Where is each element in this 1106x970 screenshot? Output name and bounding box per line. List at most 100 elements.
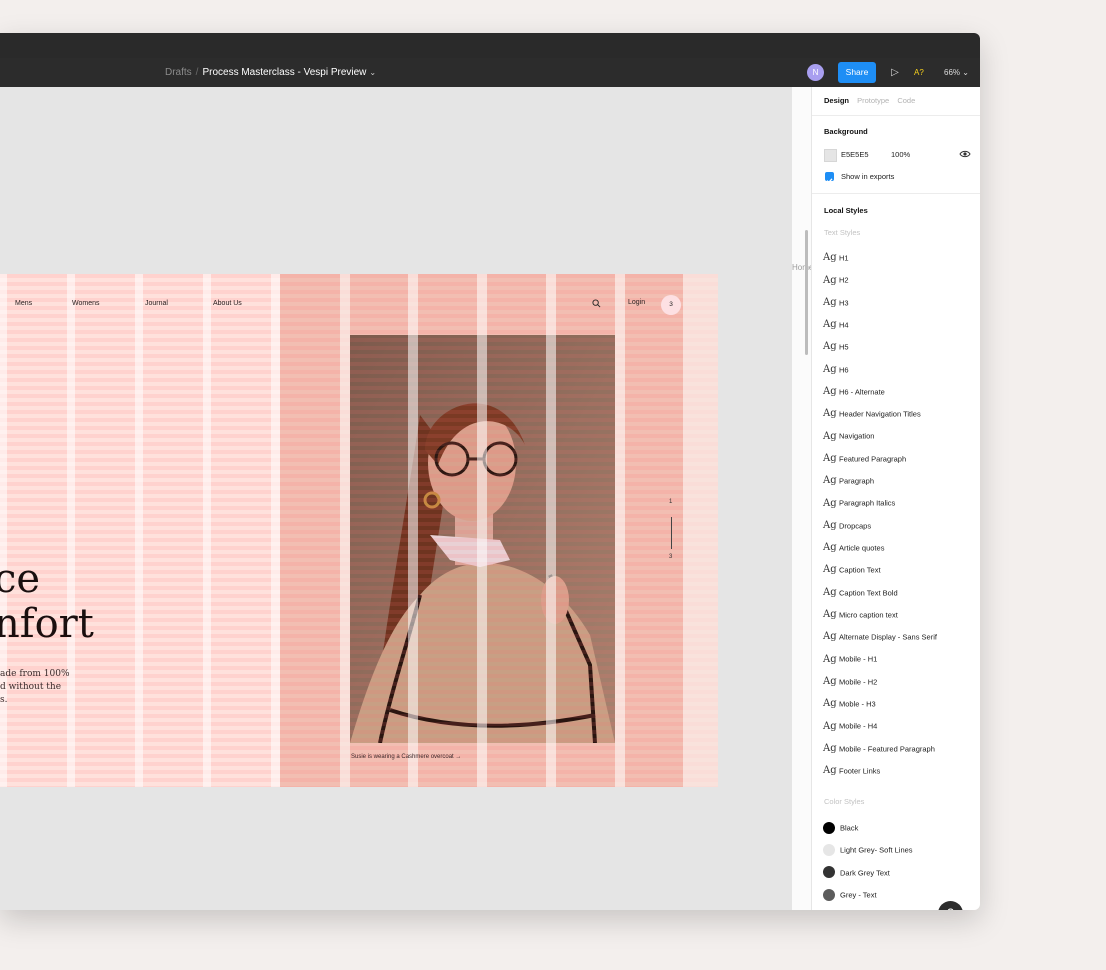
color-swatch <box>823 821 835 834</box>
text-style-preview-icon: Ag <box>823 296 837 308</box>
text-style-item[interactable]: Ag Featured Paragraph <box>823 450 906 464</box>
photo-caption-link[interactable]: Susie is wearing a Cashmere overcoat → <box>351 754 461 760</box>
text-style-preview-icon: Ag <box>823 519 837 531</box>
show-in-exports-checkbox[interactable] <box>825 172 834 184</box>
adjacent-frame <box>792 87 811 910</box>
breadcrumb: Drafts / Process Masterclass - Vespi Previ… <box>165 58 376 87</box>
text-style-item[interactable]: Ag Navigation <box>823 427 874 442</box>
background-hex-field[interactable]: E5E5E5 <box>841 150 869 159</box>
frame-label-home[interactable]: Home <box>792 263 811 272</box>
text-style-item[interactable]: Ag Paragraph Italics <box>823 494 896 509</box>
text-style-preview-icon: Ag <box>823 564 837 576</box>
color-style-item[interactable]: Black <box>823 819 858 834</box>
canvas[interactable]: Mens Womens Journal About Us Login 3 ce … <box>0 87 811 910</box>
text-style-item[interactable]: Ag H3 <box>823 294 849 308</box>
user-avatar[interactable]: N <box>807 64 824 81</box>
text-style-preview-icon: Ag <box>823 430 837 442</box>
text-style-name: H3 <box>839 297 849 307</box>
text-style-preview-icon: Ag <box>823 452 837 464</box>
text-style-name: Mobile - Featured Paragraph <box>839 743 935 753</box>
color-style-item[interactable]: Light Grey- Soft Lines <box>823 841 913 857</box>
text-style-name: Caption Text <box>839 565 881 575</box>
toolbar: Drafts / Process Masterclass - Vespi Previ… <box>0 58 980 87</box>
text-style-name: Mobile - H1 <box>839 654 878 664</box>
home-frame[interactable]: Mens Womens Journal About Us Login 3 ce … <box>0 274 718 787</box>
hero-title: ce nfort <box>0 556 94 647</box>
hero-description: ade from 100% d without the s. <box>0 669 70 705</box>
zoom-dropdown[interactable]: 66% ⌄ <box>944 64 969 81</box>
site-nav-about-us[interactable]: About Us <box>213 300 242 307</box>
text-style-item[interactable]: Ag H1 <box>823 249 849 263</box>
text-style-item[interactable]: Ag Mobile - H1 <box>823 650 878 665</box>
share-button[interactable]: Share <box>838 62 876 83</box>
text-style-item[interactable]: Ag Mobile - Featured Paragraph <box>823 740 935 754</box>
text-style-preview-icon: Ag <box>823 386 837 398</box>
eye-icon[interactable] <box>959 149 971 159</box>
divider <box>812 115 980 116</box>
text-style-name: H1 <box>839 253 849 263</box>
zoom-level: 66% <box>944 68 961 77</box>
tab-prototype[interactable]: Prototype <box>857 96 889 105</box>
text-style-name: Alternate Display - Sans Serif <box>839 632 937 642</box>
site-nav-womens[interactable]: Womens <box>72 300 100 307</box>
site-login-link[interactable]: Login <box>628 299 645 306</box>
text-style-item[interactable]: Ag Article quotes <box>823 539 884 553</box>
design-panel: Design Prototype Code Background E5E5E5 … <box>811 87 980 910</box>
text-style-name: Dropcaps <box>839 520 872 530</box>
hero-photo[interactable] <box>350 335 615 743</box>
chevron-down-icon: ⌄ <box>962 68 969 77</box>
background-color-swatch[interactable] <box>824 149 837 162</box>
cart-count-badge[interactable]: 3 <box>661 295 681 315</box>
text-style-preview-icon: Ag <box>823 341 837 353</box>
background-opacity-field[interactable]: 100% <box>891 150 910 159</box>
text-style-item[interactable]: Ag H5 <box>823 338 849 352</box>
text-style-item[interactable]: Ag Caption Text Bold <box>823 584 898 598</box>
text-style-item[interactable]: Ag Dropcaps <box>823 517 871 531</box>
color-style-item[interactable]: Dark Grey Text <box>823 864 890 879</box>
text-style-item[interactable]: Ag Footer Links <box>823 762 880 776</box>
chevron-down-icon[interactable]: ⌄ <box>369 68 376 77</box>
color-style-name: Dark Grey Text <box>840 867 890 877</box>
text-style-preview-icon: Ag <box>823 586 837 598</box>
text-style-item[interactable]: Ag H6 <box>823 361 849 375</box>
text-style-name: H6 - Alternate <box>839 387 885 397</box>
text-style-name: Paragraph Italics <box>839 498 896 508</box>
color-style-item[interactable]: Grey - Text <box>823 886 877 901</box>
text-style-item[interactable]: Ag Header Navigation Titles <box>823 405 921 419</box>
color-swatch <box>823 844 835 857</box>
figma-window: Drafts / Process Masterclass - Vespi Previ… <box>0 33 980 910</box>
text-style-name: Paragraph <box>839 476 875 486</box>
text-style-item[interactable]: Ag Mobile - H2 <box>823 673 877 687</box>
text-style-item[interactable]: Ag Mobile - H4 <box>823 717 877 732</box>
search-icon[interactable] <box>592 299 601 308</box>
canvas-scrollbar[interactable] <box>805 230 808 355</box>
text-style-preview-icon: Ag <box>823 475 837 487</box>
text-style-preview-icon: Ag <box>823 319 837 331</box>
tab-code[interactable]: Code <box>897 96 915 105</box>
text-style-item[interactable]: Ag H4 <box>823 316 849 330</box>
breadcrumb-drafts[interactable]: Drafts <box>165 67 192 78</box>
text-style-item[interactable]: Ag H2 <box>823 271 849 286</box>
text-style-name: Moble - H3 <box>839 699 876 709</box>
tab-design[interactable]: Design <box>824 96 849 105</box>
window-title-bar <box>0 33 980 58</box>
background-section-title: Background <box>824 127 868 136</box>
text-style-item[interactable]: Ag Caption Text <box>823 561 881 575</box>
present-play-icon[interactable]: ▷ <box>888 64 902 81</box>
text-style-item[interactable]: Ag Micro caption text <box>823 606 898 620</box>
text-style-item[interactable]: Ag H6 - Alternate <box>823 383 885 397</box>
text-style-preview-icon: Ag <box>823 765 837 777</box>
divider <box>812 193 980 194</box>
accessibility-button[interactable]: A? <box>914 64 924 81</box>
site-nav-journal[interactable]: Journal <box>145 300 168 307</box>
text-style-item[interactable]: Ag Moble - H3 <box>823 695 876 709</box>
site-nav-mens[interactable]: Mens <box>15 300 32 307</box>
text-style-item[interactable]: Ag Paragraph <box>823 472 874 486</box>
text-style-preview-icon: Ag <box>823 720 837 732</box>
text-style-preview-icon: Ag <box>823 698 837 710</box>
text-style-name: Caption Text Bold <box>839 587 898 597</box>
file-name[interactable]: Process Masterclass - Vespi Preview <box>202 67 366 78</box>
text-style-item[interactable]: Ag Alternate Display - Sans Serif <box>823 628 937 642</box>
local-styles-title: Local Styles <box>824 206 868 215</box>
text-style-preview-icon: Ag <box>823 252 837 264</box>
